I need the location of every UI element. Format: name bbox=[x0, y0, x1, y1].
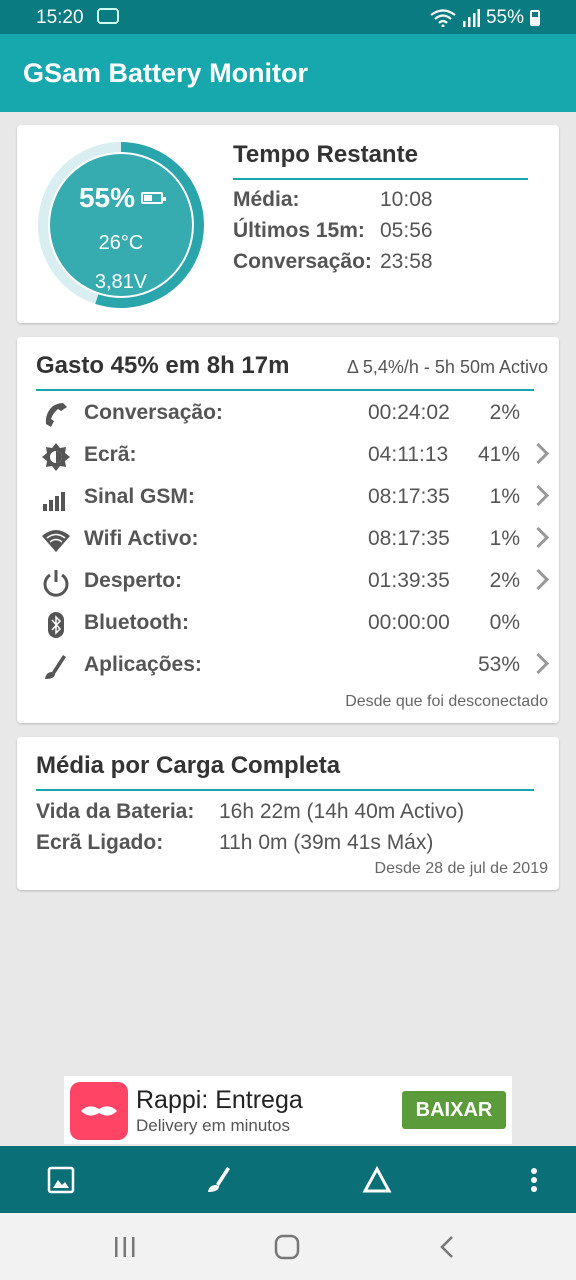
gauge-percent: 55% bbox=[50, 182, 192, 214]
ad-download-button[interactable]: BAIXAR bbox=[402, 1091, 506, 1129]
divider bbox=[233, 178, 528, 180]
system-nav-bar bbox=[0, 1213, 576, 1280]
cell-signal-icon bbox=[462, 9, 480, 27]
status-battery-text: 55% bbox=[485, 7, 524, 28]
phone-icon bbox=[45, 403, 67, 427]
status-bar: 15:20 55% bbox=[0, 0, 576, 34]
remaining-row: Média: 10:08 bbox=[233, 188, 433, 211]
divider bbox=[36, 389, 534, 391]
usage-title: Gasto 45% em 8h 17m bbox=[36, 352, 290, 379]
remaining-row: Últimos 15m: 05:56 bbox=[233, 219, 433, 242]
usage-rate: Δ 5,4%/h - 5h 50m Activo bbox=[346, 357, 548, 377]
ad-subtitle: Delivery em minutos bbox=[136, 1116, 290, 1135]
chevron-right-icon[interactable] bbox=[527, 442, 550, 465]
chevron-right-icon[interactable] bbox=[527, 484, 550, 507]
battery-icon bbox=[141, 192, 167, 204]
average-charge-card: Média por Carga Completa Vida da Bateria… bbox=[17, 737, 559, 890]
wifi-icon bbox=[42, 530, 70, 552]
chevron-right-icon[interactable] bbox=[527, 568, 550, 591]
usage-card: Gasto 45% em 8h 17m Δ 5,4%/h - 5h 50m Ac… bbox=[17, 337, 559, 723]
power-icon bbox=[43, 570, 69, 597]
remaining-time-title: Tempo Restante bbox=[233, 141, 418, 168]
ad-title: Rappi: Entrega bbox=[136, 1086, 303, 1114]
bluetooth-icon bbox=[48, 612, 64, 638]
gauge-temperature: 26°C bbox=[98, 232, 144, 254]
average-row: Ecrã Ligado: 11h 0m (39m 41s Máx) bbox=[36, 831, 434, 854]
apps-broom-icon[interactable] bbox=[203, 1164, 235, 1196]
more-options-icon[interactable] bbox=[518, 1164, 550, 1196]
usage-row-bluetooth: Bluetooth: 00:00:00 0% bbox=[17, 606, 559, 648]
divider bbox=[36, 789, 534, 791]
app-bar: GSam Battery Monitor bbox=[0, 34, 576, 112]
wifi-status-icon bbox=[430, 9, 456, 27]
chevron-right-icon[interactable] bbox=[527, 652, 550, 675]
rappi-logo bbox=[70, 1082, 128, 1140]
since-date: Desde 28 de jul de 2019 bbox=[374, 860, 548, 877]
back-icon[interactable] bbox=[433, 1233, 463, 1261]
home-icon[interactable] bbox=[272, 1233, 302, 1261]
average-row: Vida da Bateria: 16h 22m (14h 40m Activo) bbox=[36, 800, 465, 823]
ad-banner[interactable]: Rappi: Entrega Delivery em minutos BAIXA… bbox=[64, 1076, 512, 1144]
chevron-right-icon[interactable] bbox=[527, 526, 550, 549]
notification-icon bbox=[97, 8, 119, 24]
average-title: Média por Carga Completa bbox=[36, 752, 341, 779]
usage-row-awake[interactable]: Desperto: 01:39:35 2% bbox=[17, 564, 559, 606]
usage-row-apps[interactable]: Aplicações: 53% bbox=[17, 648, 559, 690]
usage-row-gsm[interactable]: Sinal GSM: 08:17:35 1% bbox=[17, 480, 559, 522]
brightness-icon bbox=[42, 443, 70, 471]
gauge-center: 55% 26°C 3,81V bbox=[50, 154, 192, 296]
bottom-toolbar bbox=[0, 1146, 576, 1213]
status-time: 15:20 bbox=[36, 7, 84, 28]
since-disconnected: Desde que foi desconectado bbox=[345, 693, 548, 710]
image-icon[interactable] bbox=[45, 1164, 77, 1196]
battery-gauge: 55% 26°C 3,81V bbox=[36, 140, 206, 310]
apps-icon bbox=[45, 655, 66, 679]
remaining-row: Conversação: 23:58 bbox=[233, 250, 433, 273]
delta-icon[interactable] bbox=[361, 1164, 393, 1196]
usage-row-screen[interactable]: Ecrã: 04:11:13 41% bbox=[17, 438, 559, 480]
gauge-voltage: 3,81V bbox=[94, 271, 148, 293]
remaining-time-card[interactable]: 55% 26°C 3,81V Tempo Restante Média: 10:0… bbox=[17, 125, 559, 323]
status-battery-icon bbox=[530, 10, 540, 26]
usage-row-wifi[interactable]: Wifi Activo: 08:17:35 1% bbox=[17, 522, 559, 564]
recents-icon[interactable] bbox=[110, 1233, 140, 1261]
app-title: GSam Battery Monitor bbox=[23, 58, 309, 88]
usage-row-call: Conversação: 00:24:02 2% bbox=[17, 396, 559, 438]
signal-icon bbox=[43, 492, 65, 511]
status-right: 55% bbox=[430, 7, 540, 29]
